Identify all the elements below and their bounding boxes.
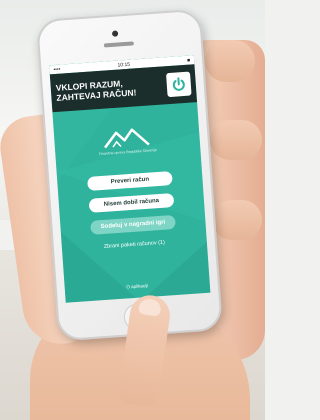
finger-right-1 bbox=[205, 40, 255, 82]
status-time: 10:15 bbox=[117, 61, 131, 69]
front-camera bbox=[111, 30, 119, 37]
earpiece-speaker bbox=[103, 41, 134, 48]
power-icon bbox=[172, 77, 185, 91]
carrier-signal: •••• bbox=[53, 66, 61, 73]
app-screen: •••• 10:15 ■ VKLOPI RAZUM, ZAHTEVAJ RAČU… bbox=[49, 55, 211, 303]
photo-scene: •••• 10:15 ■ VKLOPI RAZUM, ZAHTEVAJ RAČU… bbox=[0, 0, 265, 420]
fingernail bbox=[137, 297, 163, 317]
banner-text: VKLOPI RAZUM, ZAHTEVAJ RAČUN! bbox=[55, 77, 136, 103]
finger-right-2 bbox=[210, 120, 262, 160]
finger-right-3 bbox=[212, 200, 262, 240]
battery-icon: ■ bbox=[186, 56, 191, 64]
power-button[interactable] bbox=[165, 71, 192, 98]
mountains-logo-icon bbox=[104, 128, 150, 149]
smartphone: •••• 10:15 ■ VKLOPI RAZUM, ZAHTEVAJ RAČU… bbox=[35, 8, 224, 342]
